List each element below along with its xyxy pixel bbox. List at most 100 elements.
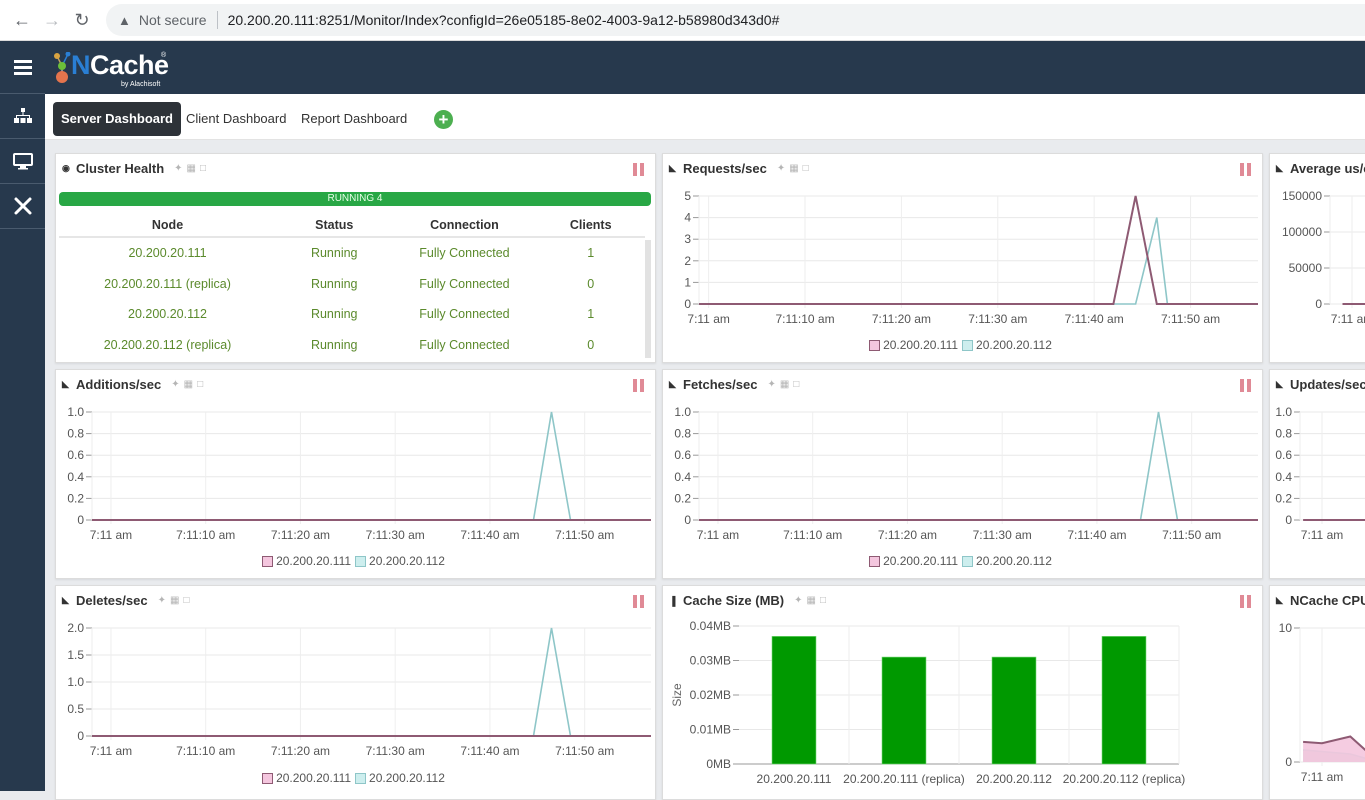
legend-label: 20.200.20.112 [369,771,445,785]
legend-item[interactable]: 20.200.20.112 [355,771,445,785]
fullscreen-icon[interactable]: □ [820,595,826,606]
fullscreen-icon[interactable]: □ [793,379,799,390]
expand-icon[interactable]: ▦ [170,595,179,606]
expand-icon[interactable]: ▦ [187,163,196,174]
area-chart-icon: ◣ [62,379,69,389]
pause-button[interactable] [1240,163,1252,176]
chart-legend: 20.200.20.111 20.200.20.112 [663,338,1262,352]
y-tick-label: 0 [77,513,84,527]
sidebar-item-monitor[interactable] [0,139,45,184]
x-tick-label: 7:11:20 am [878,528,937,542]
panel-title-text: Updates/sec [1290,377,1365,392]
legend-item[interactable]: 20.200.20.112 [355,554,445,568]
legend-item[interactable]: 20.200.20.111 [262,554,351,568]
x-tick-label: 7:11 am [697,528,739,542]
legend-item[interactable]: 20.200.20.111 [869,338,958,352]
legend-label: 20.200.20.112 [976,554,1052,568]
column-header-status[interactable]: Status [276,218,392,232]
table-scrollbar[interactable] [645,240,651,358]
unpin-icon[interactable]: ✦ [794,595,802,606]
pause-button[interactable] [633,379,645,392]
menu-toggle-button[interactable] [0,41,45,94]
sidebar-item-topology[interactable] [0,94,45,139]
legend-item[interactable]: 20.200.20.111 [869,554,958,568]
tab-server-dashboard[interactable]: Server Dashboard [53,102,181,136]
y-tick-label: 0.03MB [690,654,731,668]
y-tick-label: 0.8 [674,427,691,441]
legend-item[interactable]: 20.200.20.111 [262,771,351,785]
panel-title: ◣ Average us/cache operation [1276,161,1365,176]
y-tick-label: 1.0 [1275,405,1292,419]
forward-button[interactable]: → [37,10,67,31]
expand-icon[interactable]: ▦ [789,163,798,174]
plus-icon: + [438,110,449,129]
legend-swatch [355,556,367,567]
pause-button[interactable] [633,595,645,608]
unpin-icon[interactable]: ✦ [767,379,775,390]
expand-icon[interactable]: ▦ [780,379,789,390]
y-tick-label: 0 [684,297,691,311]
fullscreen-icon[interactable]: □ [200,163,206,174]
chart-legend: 20.200.20.111 20.200.20.112 [56,771,655,785]
panel-title-text: Additions/sec [76,377,162,392]
bar-20-200-20-112 [991,656,1037,765]
ncache-cpu-panel: ◣ NCache CPU 0 10 7:11 am [1269,585,1365,800]
divider [216,11,218,29]
y-tick-label: 0MB [706,757,731,771]
column-header-clients[interactable]: Clients [536,218,645,232]
column-header-node[interactable]: Node [59,218,276,232]
y-tick-label: 0 [1285,513,1292,527]
panel-title-text: Deletes/sec [76,593,148,608]
series-line-20-200-20-111 [699,195,1258,305]
security-label: Not secure [138,12,207,28]
y-tick-label: 0.4 [67,470,84,484]
unpin-icon[interactable]: ✦ [171,379,179,390]
pause-button[interactable] [633,163,645,176]
cluster-status-bar: RUNNING 4 [59,192,651,206]
ncache-logo[interactable]: NCache ® by Alachisoft [53,46,173,90]
fullscreen-icon[interactable]: □ [803,163,809,174]
tab-client-dashboard[interactable]: Client Dashboard [178,102,294,136]
node-cell: 20.200.20.111 (replica) [104,276,231,291]
y-tick-label: 4 [684,211,691,225]
area-chart-icon: ◣ [669,379,676,389]
legend-swatch [869,340,881,351]
registered-mark: ® [161,52,167,59]
expand-icon[interactable]: ▦ [184,379,193,390]
table-row: 20.200.20.112 Running Fully Connected 1 [59,299,645,330]
status-cell: Running [310,246,358,261]
bar-20-200-20-112-replica [1101,636,1147,765]
column-header-connection[interactable]: Connection [392,218,536,232]
chart-deletes: 0 0.5 1.0 1.5 2.0 7:11 am 7:11:10 am 7:11:20 am… [67,621,651,758]
connection-cell: Fully Connected [419,246,510,261]
address-bar[interactable]: ▲ Not secure 20.200.20.111:8251/Monitor/… [106,4,1365,36]
chart-requests: 0 1 2 3 4 5 7:11 am 7:11:10 am 7:11:20 am 7:11:30… [684,189,1258,326]
x-tick-label: 7:11:10 am [176,744,235,758]
fullscreen-icon[interactable]: □ [183,595,189,606]
fullscreen-icon[interactable]: □ [197,379,203,390]
x-tick-label: 7:11 am [90,744,132,758]
unpin-icon[interactable]: ✦ [174,163,182,174]
legend-item[interactable]: 20.200.20.112 [962,338,1052,352]
add-dashboard-button[interactable]: + [434,110,453,129]
unpin-icon[interactable]: ✦ [158,595,166,606]
y-tick-label: 1.5 [67,648,84,662]
tab-report-dashboard[interactable]: Report Dashboard [293,102,415,136]
pause-button[interactable] [1240,379,1252,392]
y-tick-label: 0.8 [67,427,84,441]
unpin-icon[interactable]: ✦ [777,163,785,174]
panel-title-text: Cache Size (MB) [683,593,785,608]
legend-swatch [962,556,974,567]
back-button[interactable]: ← [7,10,37,31]
bar-chart-icon: ▐ [669,595,676,606]
legend-item[interactable]: 20.200.20.112 [962,554,1052,568]
sidebar [0,41,45,791]
pause-button[interactable] [1240,595,1252,608]
x-tick-label: 20.200.20.111 [757,772,832,786]
reload-button[interactable]: ↻ [67,10,97,31]
expand-icon[interactable]: ▦ [807,595,816,606]
status-cell: Running [310,307,358,322]
sidebar-item-tools[interactable] [0,184,45,229]
panel-title: ◣ Updates/sec [1276,377,1365,392]
bar-20-200-20-111 [771,636,817,765]
